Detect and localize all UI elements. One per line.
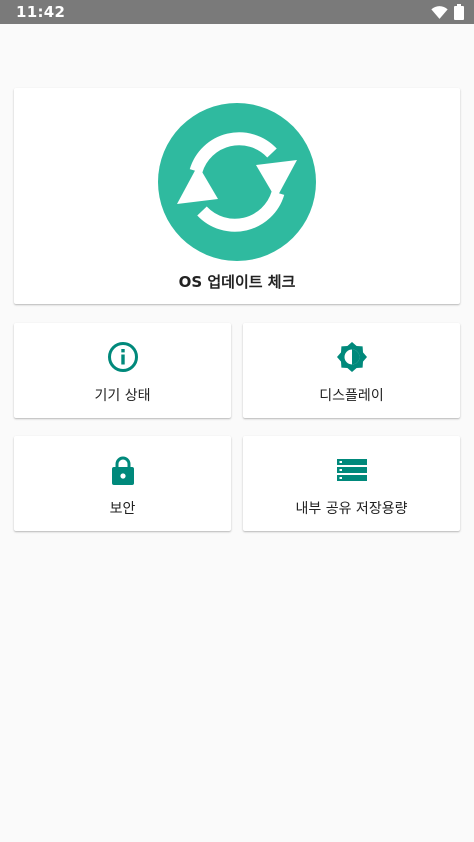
device-status-label: 기기 상태 (94, 388, 151, 404)
status-bar: 11:42 (0, 0, 474, 24)
status-time: 11:42 (16, 3, 66, 21)
battery-icon (454, 4, 464, 20)
device-status-tile[interactable]: 기기 상태 (14, 323, 231, 418)
display-label: 디스플레이 (319, 388, 384, 404)
internal-storage-tile[interactable]: 내부 공유 저장용량 (243, 436, 460, 531)
display-tile[interactable]: 디스플레이 (243, 323, 460, 418)
internal-storage-label: 내부 공유 저장용량 (295, 501, 408, 517)
brightness-icon (336, 342, 367, 372)
security-tile[interactable]: 보안 (14, 436, 231, 531)
wifi-icon (431, 5, 448, 19)
os-update-check-label: OS 업데이트 체크 (178, 273, 296, 291)
info-icon (107, 342, 138, 372)
sync-icon (158, 103, 316, 261)
lock-icon (111, 456, 134, 485)
security-label: 보안 (109, 501, 136, 517)
storage-icon (336, 459, 367, 481)
os-update-check-card[interactable]: OS 업데이트 체크 (14, 88, 460, 304)
status-icons (431, 4, 464, 20)
